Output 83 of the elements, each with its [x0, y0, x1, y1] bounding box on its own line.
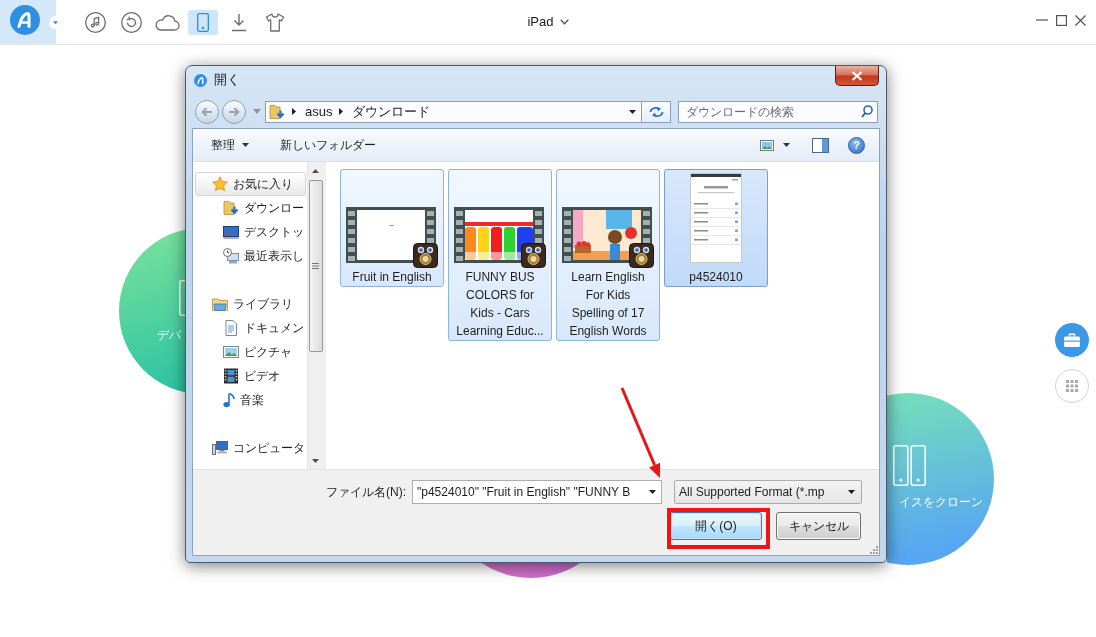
toolbox-button[interactable] — [1055, 323, 1089, 357]
resize-grip-icon[interactable] — [870, 546, 878, 554]
tablet-icon — [197, 12, 209, 32]
recent-places-icon — [223, 248, 239, 264]
app-badge-icon — [413, 243, 438, 268]
download-icon — [231, 12, 247, 32]
open-button[interactable]: 開く(O) — [670, 512, 762, 540]
scrollbar-thumb[interactable] — [308, 180, 323, 352]
download-folder-icon — [223, 200, 239, 216]
breadcrumb-item[interactable]: asus — [305, 102, 333, 121]
dropdown-arrow-icon[interactable] — [629, 109, 636, 114]
file-tile[interactable]: Fruit in English — [340, 169, 444, 287]
breadcrumb-item[interactable]: ダウンロード — [352, 102, 431, 121]
address-bar[interactable]: asus ダウンロード — [265, 100, 642, 123]
close-button[interactable] — [835, 66, 879, 86]
scroll-up-icon[interactable] — [312, 168, 319, 173]
file-tile[interactable]: FUNNY BUS COLORS for Kids - Cars Learning Educ... — [448, 169, 552, 341]
view-options-icon[interactable] — [760, 139, 774, 151]
nav-item[interactable]: ビデオ — [195, 364, 306, 388]
device-selector[interactable]: iPad — [527, 12, 569, 32]
nav-item[interactable]: 音楽 — [195, 388, 306, 412]
app-logo-icon — [194, 74, 207, 87]
document-icon — [223, 320, 239, 336]
scroll-down-icon[interactable] — [312, 458, 319, 463]
feature-label: イスをクローン — [899, 494, 983, 511]
file-name-field[interactable]: "p4524010" "Fruit in English" "FUNNY B — [412, 480, 662, 504]
chevron-right-icon[interactable] — [292, 108, 296, 115]
music-note-icon — [84, 11, 106, 33]
close-icon — [851, 70, 863, 81]
music-note-icon — [223, 392, 235, 408]
grip-icon — [312, 263, 319, 269]
library-folder-icon — [212, 296, 228, 312]
download-folder-icon — [269, 103, 285, 120]
phones-icon — [893, 445, 926, 486]
arrow-right-icon — [228, 106, 240, 117]
caret-icon — [242, 143, 249, 147]
file-tile[interactable]: Learn English For Kids Spelling of 17 English Words — [556, 169, 660, 341]
chevron-right-icon[interactable] — [339, 108, 344, 115]
chevron-down-icon — [559, 19, 569, 25]
bracket-icon — [179, 280, 185, 316]
briefcase-icon — [1064, 333, 1080, 347]
close-icon[interactable] — [1075, 14, 1086, 26]
nav-group-header[interactable]: ライブラリ — [195, 292, 306, 316]
grid-icon — [1066, 380, 1078, 392]
toolbar-button[interactable] — [188, 9, 218, 35]
file-type-dropdown[interactable]: All Supported Format (*.mp — [674, 480, 862, 504]
cancel-button[interactable]: キャンセル — [776, 512, 861, 540]
star-icon — [212, 176, 228, 192]
preview-pane-icon[interactable] — [812, 137, 829, 153]
maximize-icon[interactable] — [1056, 14, 1067, 26]
picture-icon — [223, 344, 239, 360]
app-badge-icon — [629, 243, 654, 268]
dropdown-arrow-icon[interactable] — [848, 490, 855, 494]
feature-label: デバ — [157, 327, 181, 344]
organize-menu[interactable]: 整理 — [205, 133, 255, 157]
app-badge-icon — [521, 243, 546, 268]
restore-icon — [120, 11, 142, 33]
refresh-button[interactable] — [642, 100, 671, 123]
nav-item[interactable]: ダウンロー — [195, 196, 306, 220]
dropdown-arrow-icon[interactable] — [649, 490, 656, 494]
nav-group-header[interactable]: お気に入り — [195, 172, 306, 196]
computer-icon — [212, 440, 228, 456]
nav-item[interactable]: ピクチャ — [195, 340, 306, 364]
caret-icon[interactable] — [783, 143, 790, 147]
dialog-title: 開く — [214, 72, 240, 88]
nav-item[interactable]: 最近表示し — [195, 244, 306, 268]
scrollbar[interactable] — [307, 162, 323, 469]
refresh-icon — [648, 105, 664, 118]
nav-item[interactable]: ドキュメン — [195, 316, 306, 340]
search-icon[interactable] — [861, 104, 873, 118]
search-field[interactable]: ダウンロードの検索 — [678, 100, 878, 123]
monitor-icon — [223, 224, 239, 240]
file-tile[interactable]: p4524010 — [664, 169, 768, 287]
t-shirt-icon — [265, 12, 285, 32]
app-menu-button[interactable] — [0, 0, 56, 44]
app-logo-icon — [10, 5, 40, 35]
arrow-left-icon — [201, 106, 213, 117]
film-icon — [223, 368, 239, 384]
cloud-icon — [154, 13, 180, 31]
file-name-label: ファイル名(N): — [326, 484, 406, 501]
new-folder-button[interactable]: 新しいフォルダー — [274, 133, 382, 157]
nav-group-header[interactable]: コンピュータ — [195, 436, 306, 460]
nav-item[interactable]: デスクトッ — [195, 220, 306, 244]
